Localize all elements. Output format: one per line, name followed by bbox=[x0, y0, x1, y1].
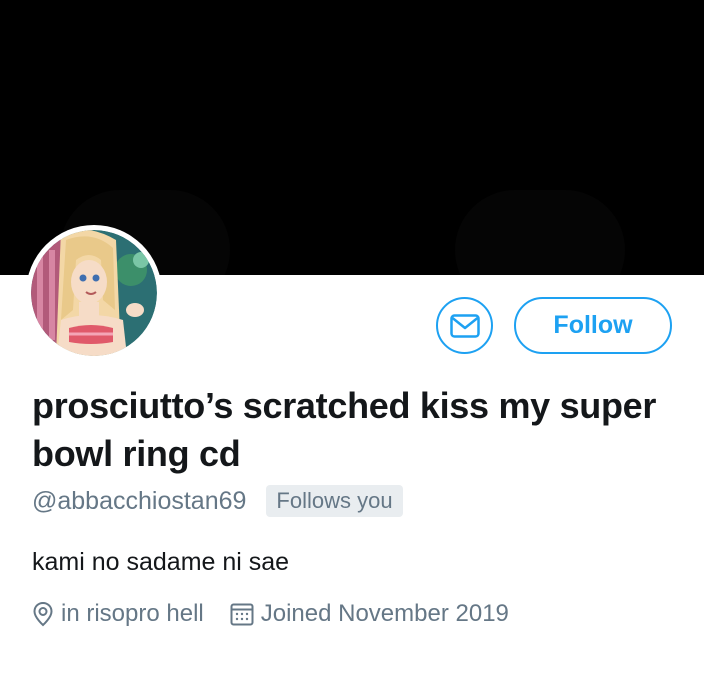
user-handle: @abbacchiostan69 bbox=[32, 486, 247, 515]
handle-row: @abbacchiostan69 Follows you bbox=[32, 484, 403, 518]
location-text: in risopro hell bbox=[61, 600, 204, 627]
follows-you-badge: Follows you bbox=[266, 485, 403, 517]
joined-text: Joined November 2019 bbox=[260, 600, 509, 627]
envelope-icon bbox=[449, 313, 480, 338]
calendar-icon bbox=[230, 603, 254, 626]
avatar-image bbox=[31, 230, 157, 356]
message-button[interactable] bbox=[436, 297, 493, 354]
profile-meta: in risopro hell Joined November 2019 bbox=[32, 598, 509, 630]
joined-item: Joined November 2019 bbox=[230, 600, 509, 628]
banner-shape bbox=[455, 190, 625, 275]
follow-button[interactable]: Follow bbox=[514, 297, 672, 354]
avatar[interactable] bbox=[26, 225, 162, 361]
location-pin-icon bbox=[33, 601, 53, 627]
location-item: in risopro hell bbox=[32, 600, 204, 628]
display-name: prosciutto’s scratched kiss my super bow… bbox=[32, 385, 657, 474]
profile-bio: kami no sadame ni sae bbox=[32, 548, 290, 576]
